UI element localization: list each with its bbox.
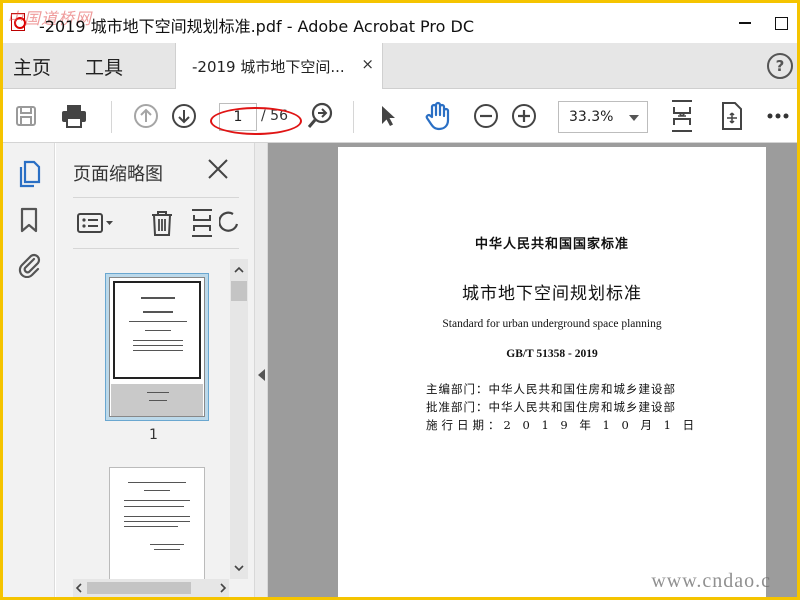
page-rotate-icon[interactable] (717, 101, 747, 131)
thumbnail-text-line (128, 482, 186, 483)
thumbnail-text-line (149, 400, 167, 401)
chevron-down-icon (629, 115, 639, 121)
navigation-rail (3, 143, 55, 597)
thumbnail-page-1[interactable] (109, 277, 205, 417)
thumbnail-text-line (129, 321, 187, 322)
maximize-icon[interactable] (769, 11, 793, 35)
minimize-icon[interactable] (733, 11, 757, 35)
scroll-down-icon[interactable] (234, 563, 244, 573)
thumbnail-options-icon[interactable] (75, 208, 117, 238)
thumbnail-page-2[interactable] (109, 467, 205, 579)
help-icon[interactable]: ? (767, 53, 793, 79)
save-icon[interactable] (11, 101, 41, 131)
menu-home[interactable]: 主页 (13, 53, 51, 80)
thumbnail-text-line (133, 345, 183, 346)
thumbnail-text-line (150, 544, 184, 545)
thumbnail-vertical-scrollbar[interactable] (230, 259, 248, 579)
rotate-page-icon[interactable] (219, 208, 239, 238)
document-code: GB/T 51358 - 2019 (506, 348, 598, 360)
page-thumbnails-icon[interactable] (14, 159, 44, 189)
close-tab-icon[interactable]: × (361, 55, 374, 73)
attachments-icon[interactable] (14, 249, 44, 279)
zoom-out-icon[interactable] (471, 101, 501, 131)
toolbar: 1 / 56 33.3% (3, 89, 797, 143)
vertical-scroll-thumb[interactable] (231, 281, 247, 301)
thumbnail-text-line (145, 330, 171, 331)
document-tab-label: -2019 城市地下空间... (192, 58, 345, 76)
page-count: / 56 (261, 108, 288, 124)
panel-splitter[interactable] (254, 143, 268, 597)
document-effective-date: 施行日期：2 0 1 9 年 1 0 月 1 日 (426, 418, 699, 432)
page-thumbnails-panel: 页面缩略图 1 (56, 143, 254, 597)
thumbnail-text-line (124, 526, 178, 527)
thumbnail-text-line (144, 490, 170, 491)
thumbnail-text-line (124, 521, 190, 522)
document-editor: 主编部门：中华人民共和国住房和城乡建设部 (426, 382, 676, 396)
thumbnail-footer-band (111, 384, 203, 416)
toolbar-divider (111, 101, 112, 133)
delete-page-icon[interactable] (145, 208, 179, 238)
document-title: 城市地下空间规划标准 (462, 284, 642, 304)
zoom-in-icon[interactable] (509, 101, 539, 131)
thumbnail-text-line (143, 311, 173, 313)
toolbar-divider (353, 101, 354, 133)
previous-page-icon[interactable] (131, 101, 161, 131)
acrobat-window: 中国道桥网 -2019 城市地下空间规划标准.pdf - Adobe Acrob… (3, 3, 797, 597)
more-options-icon[interactable] (763, 101, 793, 131)
menu-bar: 主页 工具 -2019 城市地下空间... × ? (3, 43, 797, 89)
menu-tools[interactable]: 工具 (85, 53, 123, 80)
site-url-watermark: www.cndao.c (651, 570, 771, 592)
thumbnail-page-number: 1 (149, 427, 158, 443)
thumbnail-text-line (147, 392, 169, 393)
select-cursor-icon[interactable] (373, 101, 403, 131)
panel-title: 页面缩略图 (73, 164, 163, 185)
horizontal-scroll-thumb[interactable] (87, 582, 191, 594)
print-icon[interactable] (59, 101, 89, 131)
thumbnail-text-line (141, 297, 175, 299)
collapse-panel-icon[interactable] (258, 369, 265, 381)
fit-page-icon[interactable] (667, 100, 697, 132)
document-english-title: Standard for urban underground space pla… (442, 318, 662, 330)
scroll-left-icon[interactable] (75, 583, 83, 593)
zoom-level-value: 33.3% (569, 109, 614, 125)
document-page: 中华人民共和国国家标准 城市地下空间规划标准 Standard for urba… (338, 147, 766, 597)
scroll-up-icon[interactable] (234, 265, 244, 275)
title-bar: 中国道桥网 -2019 城市地下空间规划标准.pdf - Adobe Acrob… (3, 3, 797, 43)
close-panel-icon[interactable] (206, 157, 230, 181)
bookmarks-icon[interactable] (14, 205, 44, 235)
panel-toolbar (73, 197, 239, 249)
document-tab[interactable]: -2019 城市地下空间... × (175, 43, 383, 89)
document-view[interactable]: 中华人民共和国国家标准 城市地下空间规划标准 Standard for urba… (268, 143, 797, 597)
thumbnail-text-line (124, 500, 190, 501)
thumbnail-text-line (124, 506, 184, 507)
page-number-input[interactable]: 1 (219, 103, 257, 131)
thumbnail-text-line (154, 549, 180, 550)
document-approver: 批准部门：中华人民共和国住房和城乡建设部 (426, 400, 676, 414)
zoom-level-select[interactable]: 33.3% (558, 101, 648, 133)
thumbnail-horizontal-scrollbar[interactable] (73, 579, 229, 597)
window-title: -2019 城市地下空间规划标准.pdf - Adobe Acrobat Pro… (39, 17, 475, 36)
hand-tool-icon[interactable] (423, 101, 453, 131)
scroll-right-icon[interactable] (219, 583, 227, 593)
thumbnail-text-line (133, 350, 183, 351)
thumbnail-list[interactable]: 1 (73, 259, 229, 579)
insert-page-icon[interactable] (185, 208, 219, 238)
thumbnail-page-frame (113, 281, 201, 379)
thumbnail-text-line (133, 340, 183, 341)
next-page-icon[interactable] (169, 101, 199, 131)
thumbnail-text-line (124, 516, 190, 517)
document-org: 中华人民共和国国家标准 (474, 237, 629, 252)
find-zoom-icon[interactable] (305, 101, 335, 131)
